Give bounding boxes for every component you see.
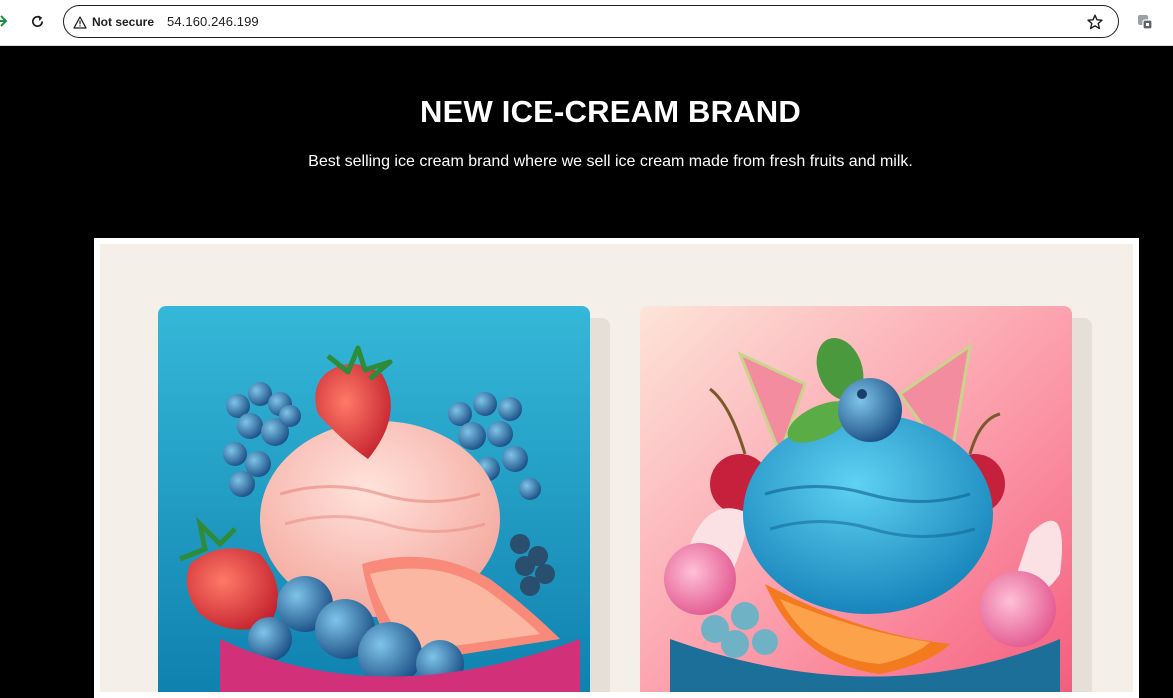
page-content: NEW ICE-CREAM BRAND Best selling ice cre… [0, 46, 1173, 698]
reload-button[interactable] [27, 11, 47, 31]
page-title: NEW ICE-CREAM BRAND [420, 94, 801, 129]
page-subtitle: Best selling ice cream brand where we se… [308, 153, 913, 170]
hero-banner-image [100, 244, 1133, 692]
security-indicator[interactable]: Not secure [73, 13, 154, 31]
security-label: Not secure [92, 15, 155, 29]
bookmark-button[interactable] [1086, 13, 1104, 31]
ice-cream-illustration [158, 306, 1092, 692]
hero-banner-frame [94, 238, 1139, 698]
forward-arrow-icon[interactable] [0, 13, 8, 29]
bookmark-star-icon [1087, 14, 1103, 30]
reload-icon [31, 14, 43, 27]
strawberry-sundae-card [158, 306, 590, 692]
address-bar[interactable]: Not secure 54.160.246.199 [63, 5, 1119, 38]
url-text[interactable]: 54.160.246.199 [167, 14, 259, 29]
extension-icon[interactable] [1136, 13, 1154, 31]
blue-scoop-sundae-card [640, 306, 1072, 692]
browser-toolbar: Not secure 54.160.246.199 [0, 0, 1173, 46]
warning-triangle-icon [73, 15, 87, 29]
